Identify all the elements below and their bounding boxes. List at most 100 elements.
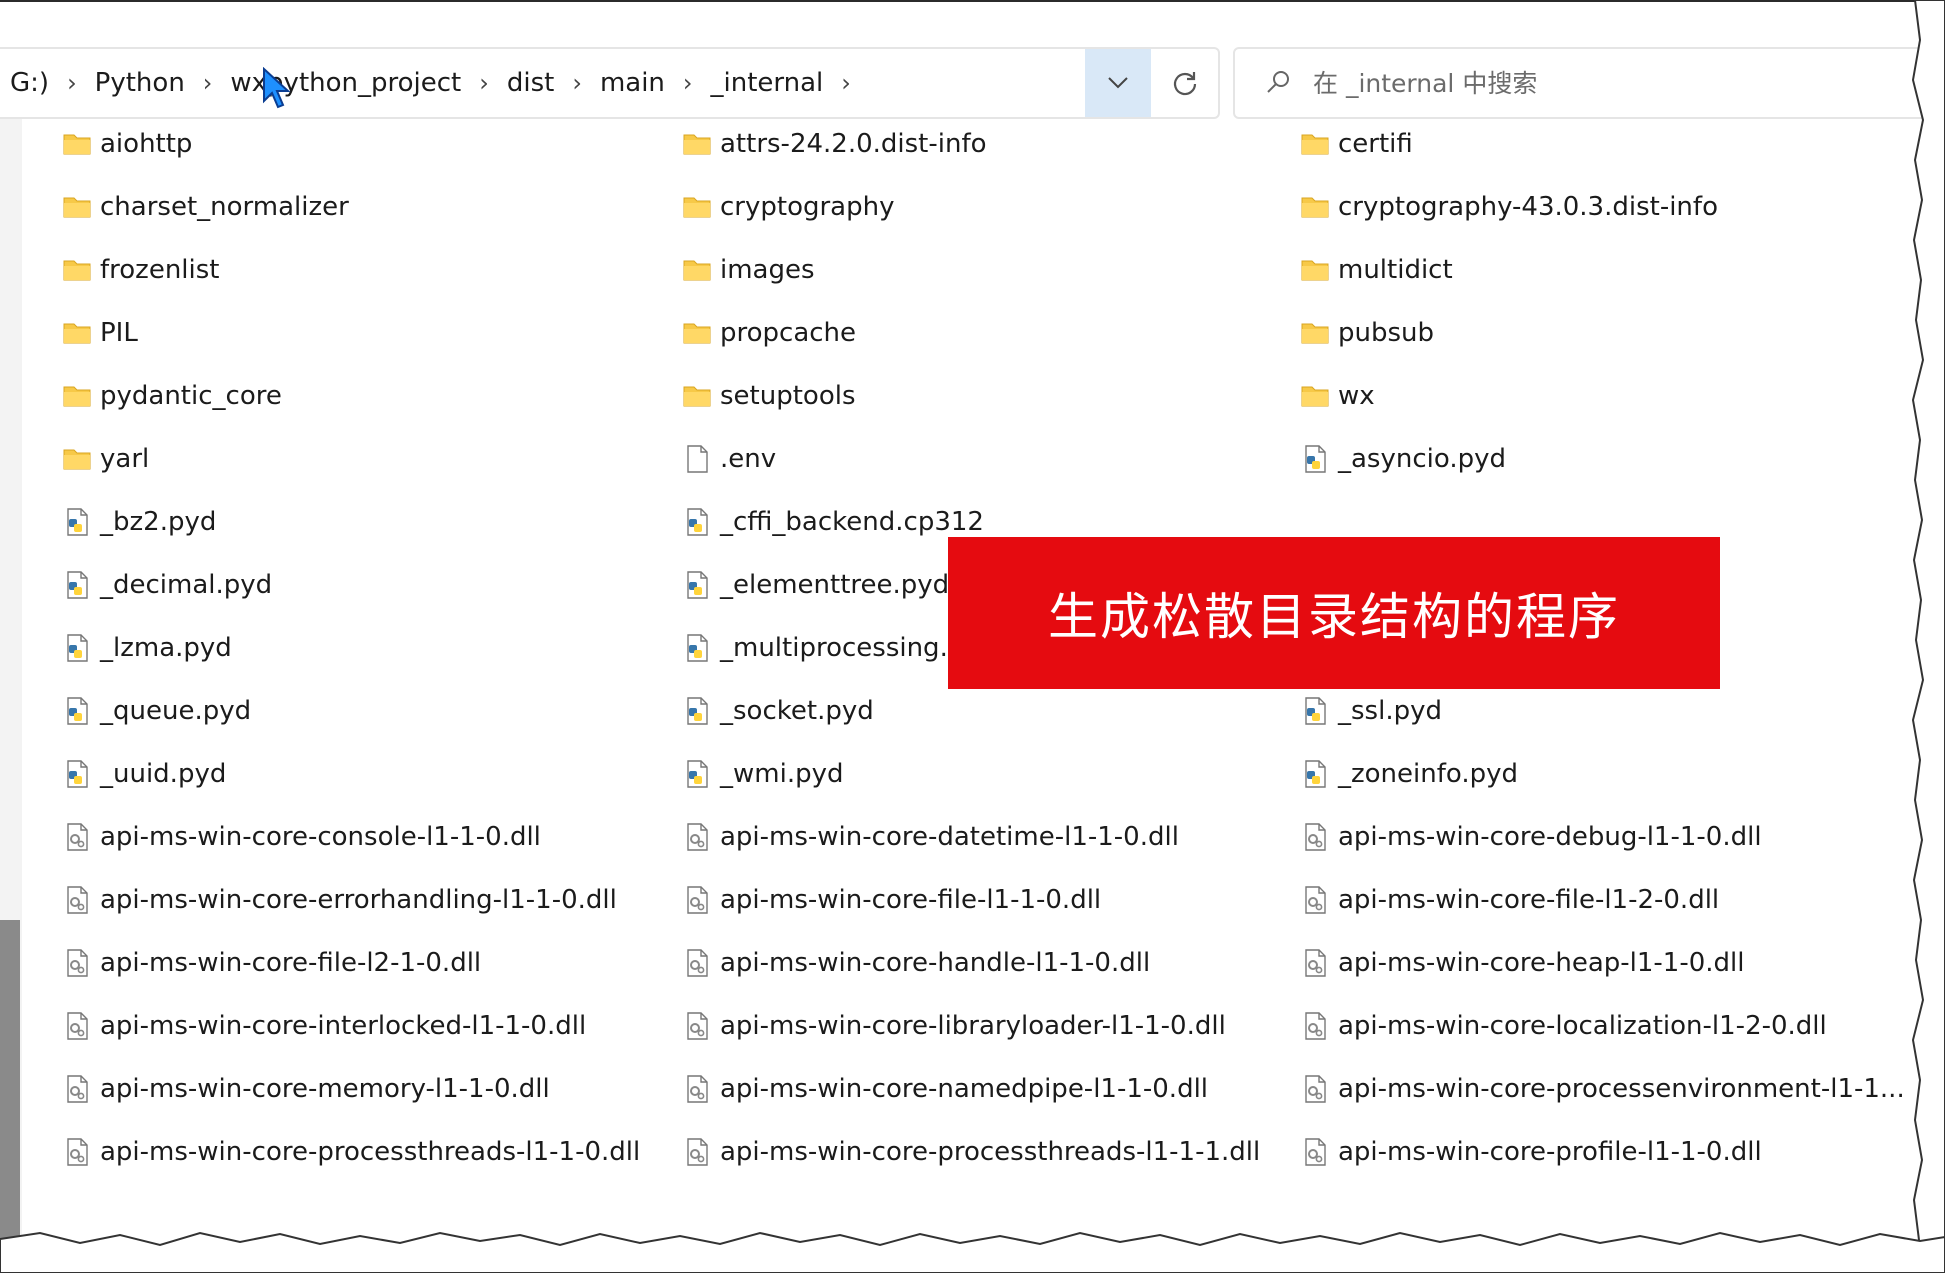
search-input[interactable] bbox=[1311, 67, 1875, 99]
file-item[interactable]: _asyncio.pyd bbox=[1300, 439, 1506, 479]
file-item[interactable]: frozenlist bbox=[62, 250, 220, 290]
file-item[interactable]: _bz2.pyd bbox=[62, 502, 216, 542]
file-item-label: certifi bbox=[1338, 129, 1413, 159]
file-item[interactable]: multidict bbox=[1300, 250, 1453, 290]
file-item[interactable]: _cffi_backend.cp312 bbox=[682, 502, 984, 542]
file-item[interactable]: api-ms-win-core-namedpipe-l1-1-0.dll bbox=[682, 1069, 1208, 1109]
file-item[interactable]: _multiprocessing.py bbox=[682, 628, 980, 668]
breadcrumb-item-main[interactable]: main bbox=[590, 68, 675, 98]
refresh-button[interactable] bbox=[1151, 49, 1218, 117]
file-item-label: frozenlist bbox=[100, 255, 220, 285]
file-item[interactable]: _ssl.pyd bbox=[1300, 691, 1442, 731]
file-item[interactable]: certifi bbox=[1300, 124, 1413, 164]
file-item[interactable]: api-ms-win-core-processthreads-l1-1-0.dl… bbox=[62, 1132, 640, 1172]
file-item[interactable]: api-ms-win-core-interlocked-l1-1-0.dll bbox=[62, 1006, 586, 1046]
file-item[interactable]: api-ms-win-core-processenvironment-l1-1.… bbox=[1300, 1069, 1905, 1109]
python-file-icon bbox=[682, 759, 712, 789]
file-item[interactable]: api-ms-win-core-debug-l1-1-0.dll bbox=[1300, 817, 1762, 857]
file-item[interactable]: api-ms-win-core-handle-l1-1-0.dll bbox=[682, 943, 1150, 983]
chevron-right-icon[interactable]: › bbox=[195, 69, 221, 97]
python-file-icon bbox=[62, 759, 92, 789]
file-item[interactable]: cryptography bbox=[682, 187, 894, 227]
file-item[interactable]: _zoneinfo.pyd bbox=[1300, 754, 1518, 794]
python-file-icon bbox=[62, 570, 92, 600]
dll-file-icon bbox=[62, 948, 92, 978]
file-item-label: _multiprocessing.py bbox=[720, 633, 980, 663]
file-item[interactable]: api-ms-win-core-profile-l1-1-0.dll bbox=[1300, 1132, 1762, 1172]
file-item[interactable]: api-ms-win-core-file-l1-1-0.dll bbox=[682, 880, 1101, 920]
breadcrumb-item-dist[interactable]: dist bbox=[497, 68, 564, 98]
file-item[interactable]: api-ms-win-core-memory-l1-1-0.dll bbox=[62, 1069, 550, 1109]
file-item[interactable]: attrs-24.2.0.dist-info bbox=[682, 124, 987, 164]
file-item[interactable]: api-ms-win-core-datetime-l1-1-0.dll bbox=[682, 817, 1179, 857]
file-item-label: multidict bbox=[1338, 255, 1453, 285]
dll-file-icon bbox=[682, 822, 712, 852]
file-item-label: pydantic_core bbox=[100, 381, 282, 411]
navigation-pane-scrollbar[interactable] bbox=[0, 920, 20, 1240]
file-item[interactable]: charset_normalizer bbox=[62, 187, 349, 227]
dll-file-icon bbox=[682, 1011, 712, 1041]
file-item[interactable]: _wmi.pyd bbox=[682, 754, 843, 794]
file-item[interactable]: _elementtree.pyd bbox=[682, 565, 949, 605]
file-item[interactable]: _socket.pyd bbox=[682, 691, 874, 731]
chevron-right-icon[interactable]: › bbox=[59, 69, 85, 97]
breadcrumb-item-python[interactable]: Python bbox=[85, 68, 195, 98]
chevron-right-icon[interactable]: › bbox=[564, 69, 590, 97]
file-item[interactable]: _lzma.pyd bbox=[62, 628, 232, 668]
file-item[interactable]: wx bbox=[1300, 376, 1375, 416]
file-item-label: _uuid.pyd bbox=[100, 759, 227, 789]
python-file-icon bbox=[682, 696, 712, 726]
search-icon bbox=[1267, 71, 1289, 93]
mouse-cursor-icon bbox=[263, 67, 291, 109]
file-item[interactable]: PIL bbox=[62, 313, 138, 353]
file-item[interactable]: pubsub bbox=[1300, 313, 1434, 353]
file-item[interactable]: pydantic_core bbox=[62, 376, 282, 416]
file-item-label: cryptography bbox=[720, 192, 895, 222]
breadcrumb-item-wxpython-project[interactable]: wxpython_project bbox=[220, 68, 471, 98]
file-item[interactable]: api-ms-win-core-console-l1-1-0.dll bbox=[62, 817, 541, 857]
file-item[interactable]: api-ms-win-core-heap-l1-1-0.dll bbox=[1300, 943, 1744, 983]
folder-icon bbox=[62, 381, 92, 411]
file-item[interactable]: api-ms-win-core-libraryloader-l1-1-0.dll bbox=[682, 1006, 1226, 1046]
file-item[interactable]: images bbox=[682, 250, 815, 290]
chevron-right-icon[interactable]: › bbox=[471, 69, 497, 97]
chevron-right-icon[interactable]: › bbox=[833, 69, 859, 97]
file-item[interactable]: api-ms-win-core-processthreads-l1-1-1.dl… bbox=[682, 1132, 1260, 1172]
address-dropdown-button[interactable] bbox=[1085, 49, 1151, 117]
file-item[interactable]: propcache bbox=[682, 313, 856, 353]
chevron-right-icon[interactable]: › bbox=[675, 69, 701, 97]
file-item-label: api-ms-win-core-debug-l1-1-0.dll bbox=[1338, 822, 1762, 852]
breadcrumb-item-internal[interactable]: _internal bbox=[701, 68, 834, 98]
file-item[interactable]: api-ms-win-core-errorhandling-l1-1-0.dll bbox=[62, 880, 617, 920]
file-item[interactable]: api-ms-win-core-file-l2-1-0.dll bbox=[62, 943, 481, 983]
file-item[interactable]: setuptools bbox=[682, 376, 856, 416]
file-item-label: api-ms-win-core-heap-l1-1-0.dll bbox=[1338, 948, 1745, 978]
file-item-label: setuptools bbox=[720, 381, 856, 411]
python-file-icon bbox=[682, 633, 712, 663]
address-bar[interactable]: G:) › Python › wxpython_project › dist ›… bbox=[0, 47, 1220, 119]
folder-icon bbox=[682, 255, 712, 285]
file-item[interactable]: .env bbox=[682, 439, 776, 479]
folder-icon bbox=[62, 318, 92, 348]
file-item-label: api-ms-win-core-errorhandling-l1-1-0.dll bbox=[100, 885, 617, 915]
file-item[interactable]: api-ms-win-core-file-l1-2-0.dll bbox=[1300, 880, 1719, 920]
file-item[interactable]: _uuid.pyd bbox=[62, 754, 226, 794]
file-item[interactable]: _decimal.pyd bbox=[62, 565, 272, 605]
file-item-label: _cffi_backend.cp312 bbox=[720, 507, 984, 537]
breadcrumb-item-drive[interactable]: G:) bbox=[0, 68, 59, 98]
file-item[interactable]: aiohttp bbox=[62, 124, 192, 164]
overlay-caption-banner: 生成松散目录结构的程序 bbox=[948, 537, 1720, 689]
file-item[interactable]: _queue.pyd bbox=[62, 691, 251, 731]
file-item-label: yarl bbox=[100, 444, 150, 474]
python-file-icon bbox=[682, 507, 712, 537]
search-box[interactable] bbox=[1233, 47, 1945, 119]
folder-icon bbox=[62, 192, 92, 222]
file-item[interactable]: api-ms-win-core-localization-l1-2-0.dll bbox=[1300, 1006, 1827, 1046]
dll-file-icon bbox=[682, 1137, 712, 1167]
folder-icon bbox=[1300, 318, 1330, 348]
file-item[interactable]: cryptography-43.0.3.dist-info bbox=[1300, 187, 1718, 227]
file-item[interactable]: yarl bbox=[62, 439, 149, 479]
file-item-label: api-ms-win-core-file-l1-1-0.dll bbox=[720, 885, 1102, 915]
file-item-label: api-ms-win-core-memory-l1-1-0.dll bbox=[100, 1074, 550, 1104]
file-item-label: _wmi.pyd bbox=[720, 759, 844, 789]
